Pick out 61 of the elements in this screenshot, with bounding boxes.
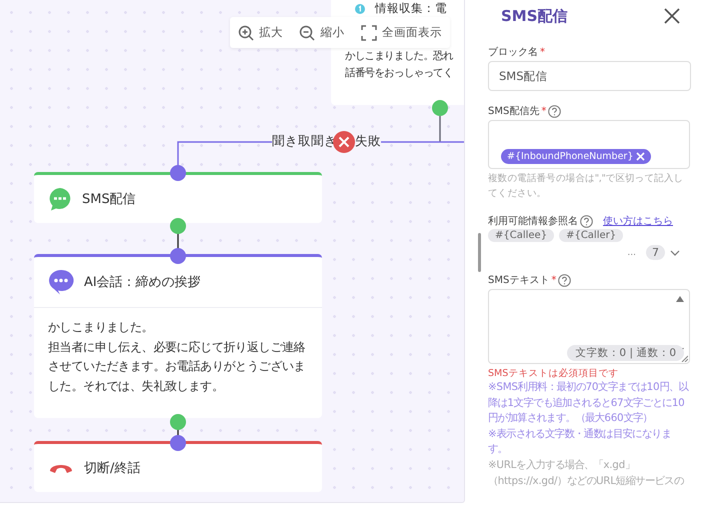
field-label: ブロック名 xyxy=(488,46,538,59)
scrollbar-thumb[interactable] xyxy=(478,233,481,272)
flow-node-card[interactable]: 切断/終話 xyxy=(34,441,322,492)
zoom-out-icon xyxy=(299,24,316,40)
variable-chip[interactable]: #{InboundPhoneNumber} xyxy=(501,149,652,164)
recipient-field[interactable]: #{InboundPhoneNumber} xyxy=(488,120,690,169)
help-icon xyxy=(558,274,572,286)
field-hint: 複数の電話番号の場合は","で区切って記入してください。 xyxy=(488,172,684,201)
sms-bubble-icon xyxy=(48,187,72,211)
connection-port xyxy=(170,218,186,234)
edge-label: 聞き取聞き xyxy=(272,133,337,150)
note-text: ※SMS利用料：最初の70文字までは10円、以降は1文字でも追加されると67文字ごとに10円が加算されます。（最大660文字） xyxy=(488,380,690,426)
node-message: かしこまりました。 xyxy=(48,319,154,336)
fullscreen-button[interactable]: 全画面表示 xyxy=(358,24,444,40)
fullscreen-icon xyxy=(360,24,377,40)
flow-node-card[interactable]: AI会話：締めの挨拶 かしこまりました。 担当者に申し伝え、必要に応じて折り返しご連絡させていただきます。お電話ありがとうございました。それでは、失礼致します。 xyxy=(34,254,322,418)
more-count-button[interactable]: 7 xyxy=(646,245,665,260)
required-mark: * xyxy=(551,274,556,286)
zoom-in-icon xyxy=(238,24,254,40)
node-title: AI会話：締めの挨拶 xyxy=(84,274,201,291)
failure-icon xyxy=(333,131,355,153)
node-title: SMS配信 xyxy=(82,191,136,208)
node-title: 切断/終話 xyxy=(84,460,140,477)
required-mark: * xyxy=(541,106,546,116)
resize-handle-icon xyxy=(681,355,688,362)
note-text: ※URLを入力する場合、「x.gd」（https://x.gd/）などのURL短縮サービスの xyxy=(488,458,685,489)
connection-port xyxy=(170,435,186,451)
zoom-in-button[interactable]: 拡大 xyxy=(236,24,286,40)
error-message: SMSテキストは必須項目です xyxy=(488,367,620,380)
node-title: 情報収集：電 xyxy=(375,1,447,16)
note-text: ※表示される文字数・通数は目安になります。 xyxy=(488,426,672,458)
close-button[interactable] xyxy=(664,8,680,24)
chat-bubble-icon xyxy=(48,269,74,295)
chevron-down-icon xyxy=(670,250,680,256)
required-mark: * xyxy=(540,46,545,58)
field-label: 利用可能情報参照名 xyxy=(488,214,578,228)
connection-port xyxy=(170,414,186,430)
phone-hangup-icon xyxy=(48,462,74,474)
node-message: 担当者に申し伝え、必要に応じて折り返しご連絡させていただきます。お電話ありがとうございました。それでは、失礼致します。 xyxy=(48,338,306,394)
help-icon xyxy=(580,214,593,228)
help-icon xyxy=(548,104,562,118)
help-link[interactable]: 使い方はこちら xyxy=(603,214,673,228)
character-counter: 文字数：0 | 通数：0 xyxy=(567,345,684,361)
panel-title: SMS配信 xyxy=(501,6,568,26)
block-name-field[interactable]: SMS配信 xyxy=(488,61,691,91)
variable-chip[interactable]: #{Callee} xyxy=(488,229,554,242)
ellipsis-text: ... xyxy=(627,248,636,258)
connection-port xyxy=(432,100,448,116)
field-label: SMS配信先 xyxy=(488,104,540,118)
flow-node-card[interactable]: SMS配信 xyxy=(34,172,322,223)
variable-chip[interactable]: #{Caller} xyxy=(559,229,624,242)
connection-port xyxy=(170,248,186,264)
close-icon xyxy=(664,8,680,24)
edge-label: 失敗 xyxy=(355,133,381,150)
node-message: 話番号をおっしゃってく xyxy=(345,66,454,81)
connection-port xyxy=(170,165,186,181)
connector-line xyxy=(177,232,179,249)
field-label: SMSテキスト xyxy=(488,274,550,287)
sms-text-field[interactable]: 文字数：0 | 通数：0 xyxy=(488,289,690,364)
node-message: かしこまりました。恐れ xyxy=(345,49,454,64)
remove-icon xyxy=(636,152,646,161)
